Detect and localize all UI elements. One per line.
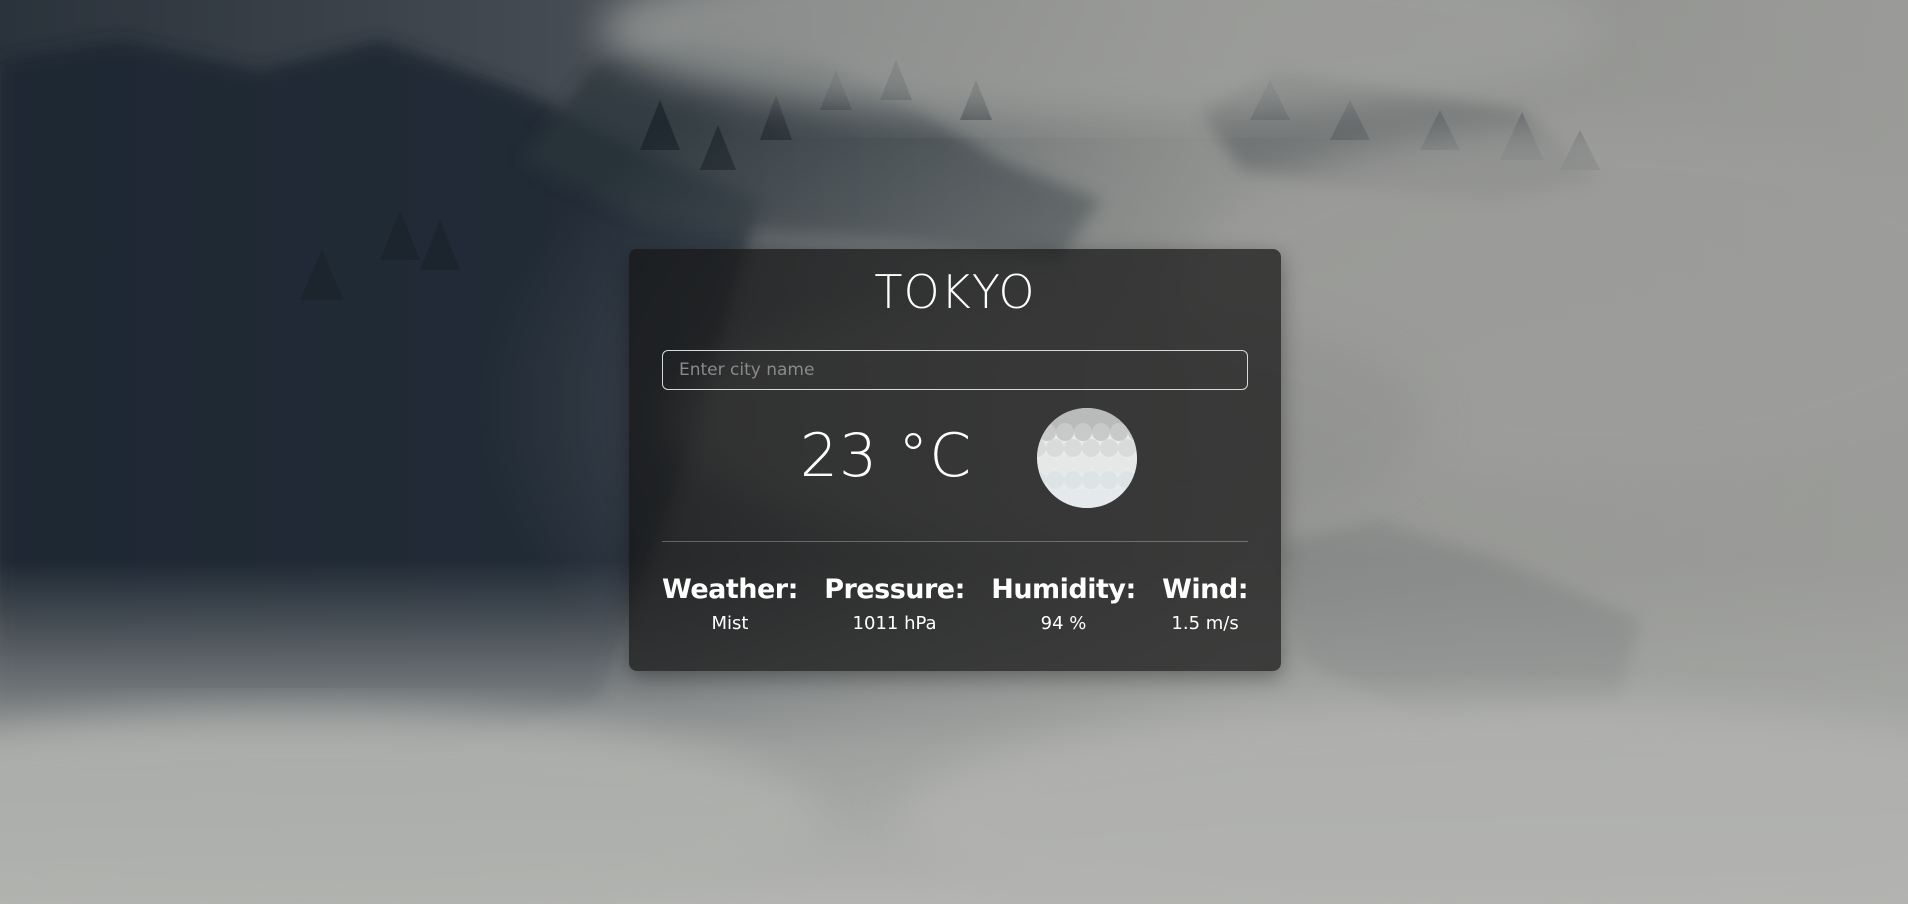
weather-stats: Weather: Mist Pressure: 1011 hPa Humidit… bbox=[662, 574, 1248, 634]
stat-value: 94 % bbox=[1040, 613, 1087, 634]
divider bbox=[662, 541, 1248, 542]
stat-label: Humidity: bbox=[991, 574, 1136, 605]
stat-humidity: Humidity: 94 % bbox=[991, 574, 1136, 634]
app-background: TOKYO 23 °C bbox=[0, 0, 1908, 904]
stat-weather: Weather: Mist bbox=[662, 574, 798, 634]
stat-label: Weather: bbox=[662, 574, 798, 605]
stat-value: Mist bbox=[711, 613, 749, 634]
stat-value: 1011 hPa bbox=[852, 613, 937, 634]
city-name: TOKYO bbox=[874, 265, 1036, 319]
city-search-input[interactable] bbox=[662, 350, 1248, 390]
stat-value: 1.5 m/s bbox=[1171, 613, 1239, 634]
stat-wind: Wind: 1.5 m/s bbox=[1162, 574, 1248, 634]
stat-label: Pressure: bbox=[824, 574, 965, 605]
temperature-value: 23 °C bbox=[799, 421, 973, 491]
weather-card: TOKYO 23 °C bbox=[629, 249, 1281, 671]
mist-icon bbox=[1037, 408, 1137, 508]
stat-label: Wind: bbox=[1162, 574, 1248, 605]
stat-pressure: Pressure: 1011 hPa bbox=[824, 574, 965, 634]
